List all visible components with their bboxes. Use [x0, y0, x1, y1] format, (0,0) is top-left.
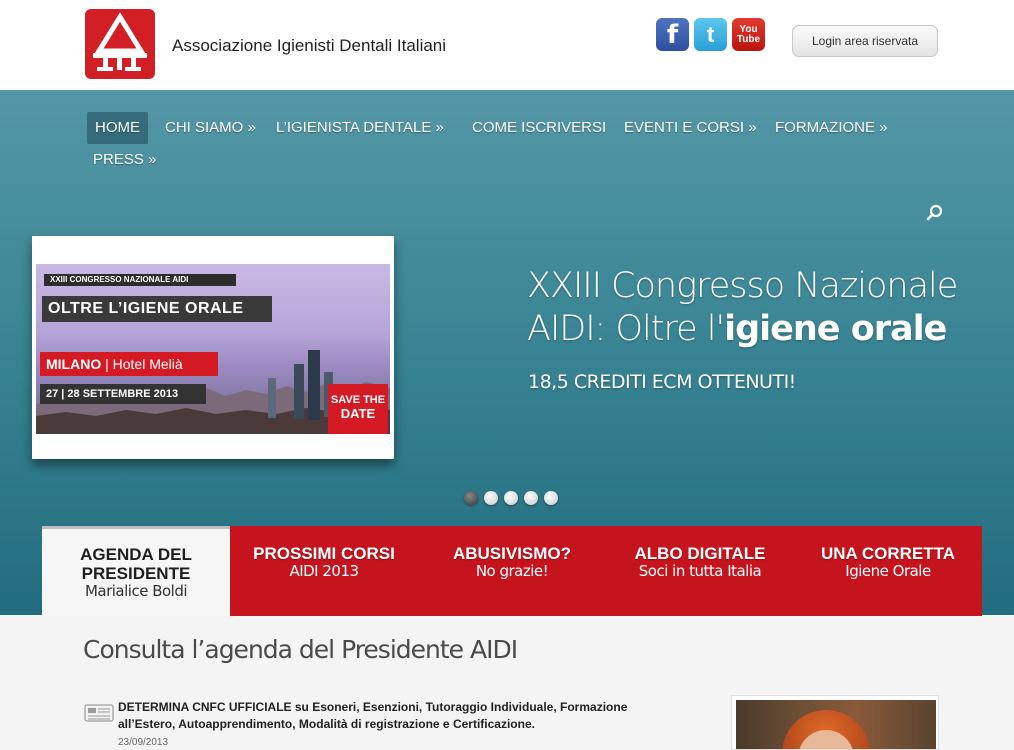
- slide-title-prefix: AIDI: Oltre l': [527, 309, 725, 349]
- facebook-glyph: f: [666, 19, 679, 50]
- youtube-text-top: You: [739, 23, 758, 35]
- nav-item-formazione[interactable]: FORMAZIONE »: [775, 112, 888, 144]
- newspaper-icon: [84, 704, 114, 722]
- banner-date: 27 | 28 SETTEMBRE 2013: [40, 384, 206, 404]
- slide-title-line2: AIDI: Oltre l'igiene orale: [527, 308, 997, 351]
- tab-albo-digitale[interactable]: ALBO DIGITALE Soci in tutta Italia: [606, 526, 794, 616]
- nav-item-chi-siamo[interactable]: CHI SIAMO »: [165, 112, 256, 144]
- content-heading: Consulta l’agenda del Presidente AIDI: [83, 635, 518, 664]
- banner-top-label: XXIII CONGRESSO NAZIONALE AIDI: [44, 274, 236, 286]
- feature-tabs: AGENDA DEL PRESIDENTE Marialice Boldi PR…: [42, 526, 982, 616]
- slide-title[interactable]: XXIII Congresso Nazionale AIDI: Oltre l'…: [527, 265, 997, 351]
- nav-item-eventi-corsi[interactable]: EVENTI E CORSI »: [624, 112, 757, 144]
- tab-prossimi-corsi[interactable]: PROSSIMI CORSI AIDI 2013: [230, 526, 418, 616]
- tab-title: UNA CORRETTA: [820, 544, 956, 563]
- tab-subtitle: Marialice Boldi: [84, 582, 188, 600]
- slide-subtitle: 18,5 CREDITI ECM OTTENUTI!: [528, 371, 796, 393]
- banner-city-name: MILANO: [46, 356, 102, 372]
- slider-dot[interactable]: [504, 491, 518, 505]
- slide-title-emphasis: igiene orale: [724, 309, 947, 349]
- tab-subtitle: No grazie!: [475, 562, 549, 580]
- twitter-icon[interactable]: t: [694, 18, 727, 51]
- youtube-text-bottom: Tube: [736, 33, 761, 45]
- president-photo: [731, 695, 939, 750]
- tab-title-line2: PRESIDENTE: [81, 564, 191, 583]
- aidi-logo[interactable]: [85, 9, 155, 79]
- slide-title-line1: XXIII Congresso Nazionale: [527, 266, 958, 306]
- tab-title: PROSSIMI CORSI: [253, 544, 395, 563]
- tab-title: ABUSIVISMO?: [452, 544, 572, 563]
- nav-item-igienista-dentale[interactable]: L’IGIENISTA DENTALE »: [276, 112, 444, 144]
- site-name: Associazione Igienisti Dentali Italiani: [172, 36, 447, 55]
- tab-abusivismo[interactable]: ABUSIVISMO? No grazie!: [418, 526, 606, 616]
- slider-dot[interactable]: [544, 491, 558, 505]
- nav-item-press[interactable]: PRESS »: [93, 144, 156, 176]
- slider-dot[interactable]: [464, 491, 478, 505]
- tab-subtitle: AIDI 2013: [289, 562, 359, 580]
- header: Associazione Igienisti Dentali Italiani …: [0, 0, 1014, 90]
- nav-item-home[interactable]: HOME: [87, 112, 148, 144]
- banner-title: OLTRE L’IGIENE ORALE: [42, 296, 272, 322]
- save-the-date-badge: SAVE THE DATE: [328, 384, 388, 434]
- news-link[interactable]: DETERMINA CNFC UFFICIALE su Esoneri, Ese…: [118, 699, 688, 733]
- banner-city: MILANO | Hotel Melià: [40, 352, 218, 376]
- nav-item-come-iscriversi[interactable]: COME ISCRIVERSI: [472, 112, 606, 144]
- tab-subtitle: Igiene Orale: [845, 562, 931, 580]
- search-icon[interactable]: [926, 204, 944, 222]
- login-button[interactable]: Login area riservata: [792, 25, 938, 57]
- slider-dot[interactable]: [484, 491, 498, 505]
- facebook-icon[interactable]: f: [656, 18, 689, 51]
- twitter-glyph: t: [706, 21, 715, 47]
- tab-title-line1: AGENDA DEL: [80, 545, 192, 564]
- tab-igiene-orale[interactable]: UNA CORRETTA Igiene Orale: [794, 526, 982, 616]
- tab-agenda-presidente[interactable]: AGENDA DEL PRESIDENTE Marialice Boldi: [42, 526, 230, 616]
- tab-title: ALBO DIGITALE: [634, 544, 766, 563]
- news-date: 23/09/2013: [118, 737, 169, 748]
- slider-dot[interactable]: [524, 491, 538, 505]
- youtube-icon[interactable]: You Tube: [732, 18, 765, 51]
- banner-venue: | Hotel Melià: [105, 356, 183, 372]
- tab-subtitle: Soci in tutta Italia: [638, 562, 762, 580]
- photo-background: [736, 700, 936, 749]
- slide-image-frame[interactable]: XXIII CONGRESSO NAZIONALE AIDI OLTRE L’I…: [32, 236, 394, 459]
- save-line-2: DATE: [340, 406, 376, 421]
- congress-banner: XXIII CONGRESSO NAZIONALE AIDI OLTRE L’I…: [36, 264, 390, 434]
